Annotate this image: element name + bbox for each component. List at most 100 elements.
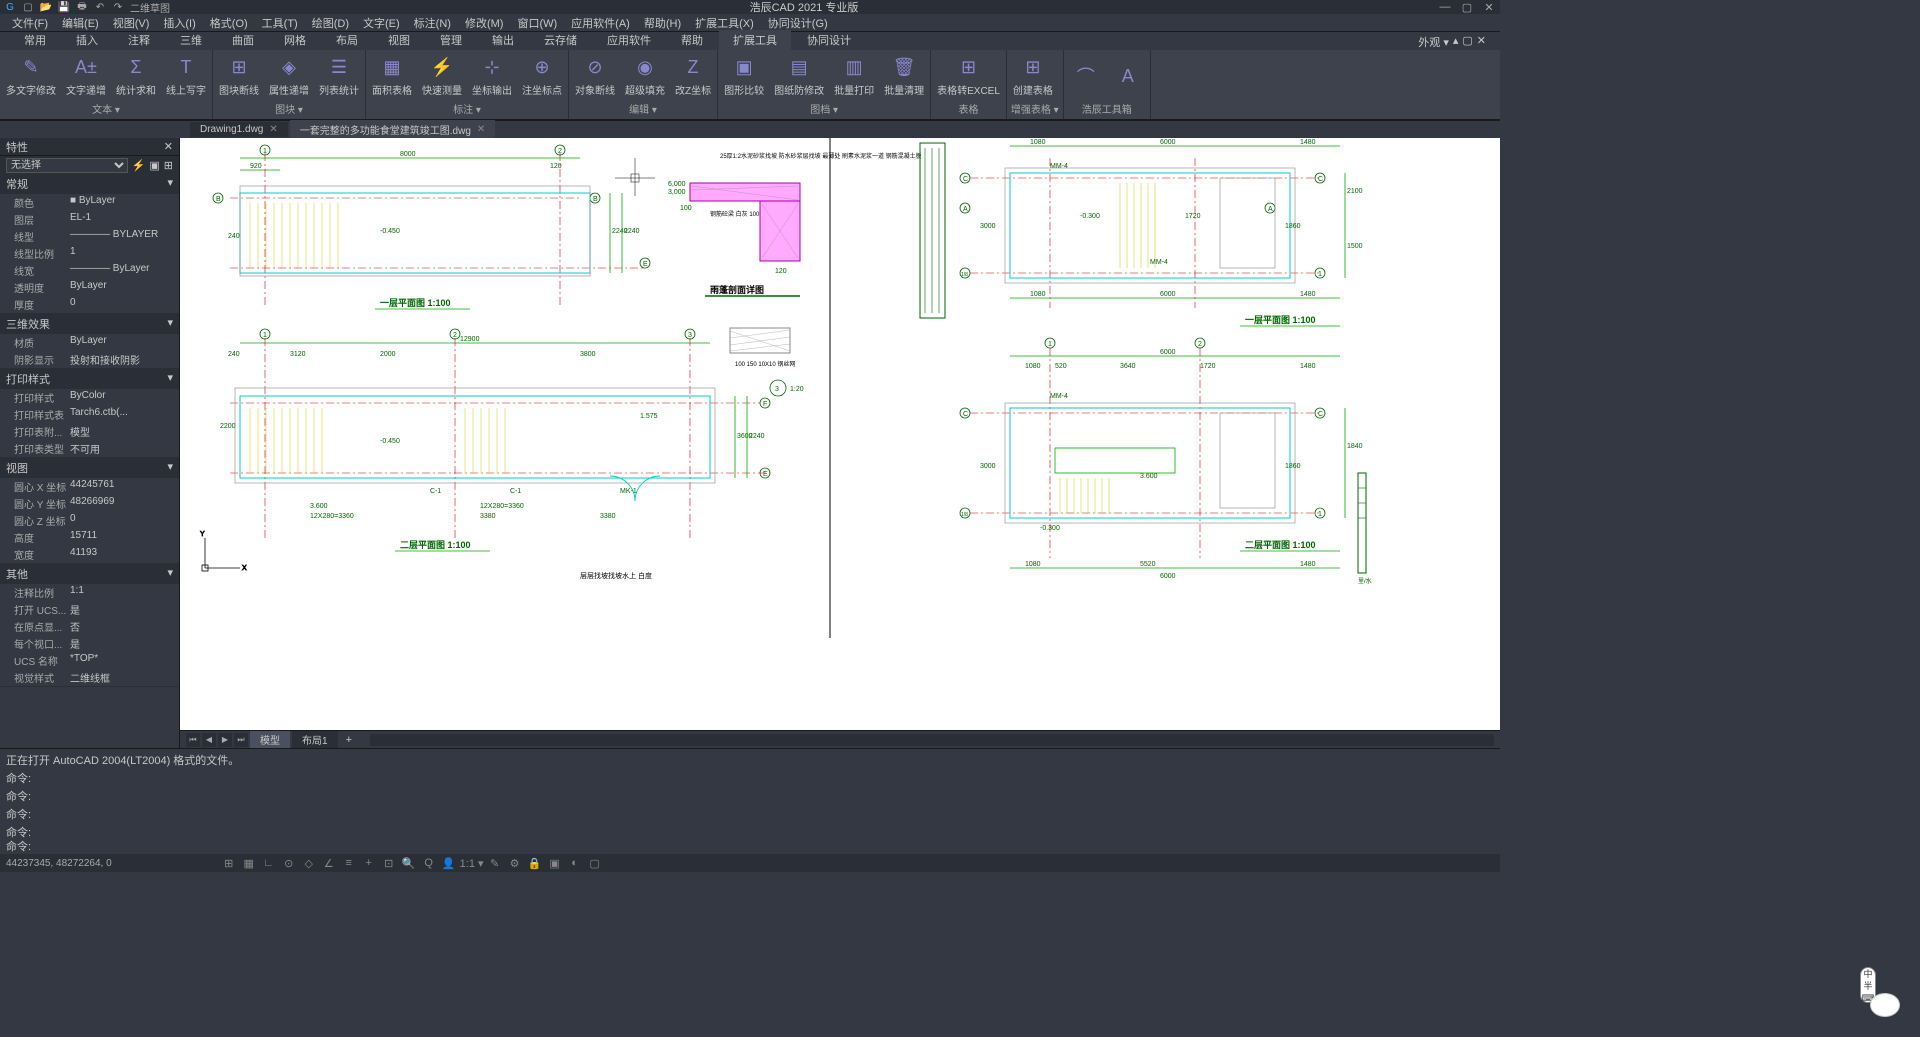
ribbon-button[interactable]: ☰列表统计 [317, 54, 361, 99]
lock-ui-icon[interactable]: 🔒 [526, 856, 544, 870]
property-row[interactable]: UCS 名称*TOP* [0, 652, 179, 669]
close-icon[interactable]: ✕ [1482, 1, 1496, 13]
new-icon[interactable]: ▢ [22, 1, 34, 13]
toggle-pickadd-icon[interactable]: ⊞ [164, 159, 173, 172]
appearance-dropdown[interactable]: 外观 ▾ [1418, 34, 1449, 50]
drawing-canvas[interactable]: 8000 920 120 1 2 B B E [180, 138, 1500, 748]
property-value[interactable]: ■ ByLayer [70, 195, 179, 210]
ribbon-tab[interactable]: 三维 [166, 30, 216, 50]
otrack-toggle-icon[interactable]: ∠ [320, 856, 338, 870]
property-row[interactable]: 打印样式表Tarch6.ctb(... [0, 406, 179, 423]
find-icon[interactable]: Q [420, 856, 438, 870]
ribbon-button[interactable]: ▣图形比较 [722, 54, 766, 99]
menu-item[interactable]: 文字(E) [357, 14, 406, 32]
property-row[interactable]: 图层EL-1 [0, 211, 179, 228]
property-row[interactable]: 打印表类型不可用 [0, 440, 179, 457]
document-tab[interactable]: Drawing1.dwg✕ [190, 122, 288, 137]
property-value[interactable]: ByLayer [70, 280, 179, 295]
property-row[interactable]: 打印样式ByColor [0, 389, 179, 406]
layout-next-icon[interactable]: ▶ [218, 733, 232, 747]
selection-cycling-icon[interactable]: ⊡ [380, 856, 398, 870]
ribbon-tab[interactable]: 常用 [10, 30, 60, 50]
document-tab-close-icon[interactable]: ✕ [269, 124, 277, 135]
menu-item[interactable]: 视图(V) [107, 14, 156, 32]
property-row[interactable]: 宽度41193 [0, 546, 179, 563]
property-row[interactable]: 线型———— BYLAYER [0, 228, 179, 245]
properties-section-header[interactable]: 打印样式▾ [0, 369, 179, 389]
property-row[interactable]: 圆心 X 坐标44245761 [0, 478, 179, 495]
ribbon-button[interactable]: T线上写字 [164, 54, 208, 99]
property-value[interactable]: EL-1 [70, 212, 179, 227]
properties-section-header[interactable]: 常规▾ [0, 174, 179, 194]
menu-item[interactable]: 文件(F) [6, 14, 54, 32]
layout-prev-icon[interactable]: ◀ [202, 733, 216, 747]
layout-tab[interactable]: 布局1 [292, 731, 338, 748]
command-input[interactable] [35, 839, 1494, 854]
property-row[interactable]: 打印表附...模型 [0, 423, 179, 440]
user-icon[interactable]: 👤 [440, 856, 458, 870]
save-icon[interactable]: 💾 [58, 1, 70, 13]
snap-toggle-icon[interactable]: ▦ [240, 856, 258, 870]
ribbon-button[interactable]: ⚡快速测量 [420, 54, 464, 99]
property-row[interactable]: 圆心 Z 坐标0 [0, 512, 179, 529]
property-row[interactable]: 阴影显示投射和接收阴影 [0, 351, 179, 368]
annotation-visibility-icon[interactable]: ✎ [486, 856, 504, 870]
ribbon-button[interactable]: ⊞创建表格 [1011, 54, 1055, 99]
properties-section-header[interactable]: 三维效果▾ [0, 314, 179, 334]
property-value[interactable]: 41193 [70, 547, 179, 562]
ribbon-tab[interactable]: 应用软件 [593, 30, 665, 50]
property-value[interactable]: 二维线框 [70, 670, 179, 685]
property-value[interactable]: 不可用 [70, 441, 179, 456]
menu-item[interactable]: 修改(M) [459, 14, 510, 32]
property-value[interactable]: 投射和接收阴影 [70, 352, 179, 367]
property-value[interactable]: 44245761 [70, 479, 179, 494]
ribbon-button[interactable]: Z改Z坐标 [673, 54, 713, 99]
property-row[interactable]: 高度15711 [0, 529, 179, 546]
ribbon-button[interactable]: ⊞表格转EXCEL [935, 54, 1002, 99]
dynamic-input-icon[interactable]: + [360, 856, 378, 870]
ribbon-tab[interactable]: 视图 [374, 30, 424, 50]
ribbon-button[interactable]: ✎多文字修改 [4, 54, 58, 99]
ribbon-button[interactable]: ⊘对象断线 [573, 54, 617, 99]
menu-item[interactable]: 协同设计(G) [762, 14, 834, 32]
ribbon-tab[interactable]: 帮助 [667, 30, 717, 50]
property-row[interactable]: 厚度0 [0, 296, 179, 313]
property-value[interactable]: ———— BYLAYER [70, 229, 179, 244]
annotation-scale[interactable]: 1:1 ▾ [460, 856, 484, 870]
property-value[interactable]: 模型 [70, 424, 179, 439]
ribbon-minimize-icon[interactable]: ▴ [1453, 34, 1459, 50]
property-row[interactable]: 每个视口...是 [0, 635, 179, 652]
menu-item[interactable]: 帮助(H) [638, 14, 687, 32]
ribbon-button[interactable]: 🗑批量清理 [882, 54, 926, 99]
property-row[interactable]: 视觉样式二维线框 [0, 669, 179, 686]
property-row[interactable]: 线型比例1 [0, 245, 179, 262]
object-selector[interactable]: 无选择 [6, 158, 128, 173]
magnifier-icon[interactable]: 🔍 [400, 856, 418, 870]
property-row[interactable]: 线宽———— ByLayer [0, 262, 179, 279]
property-row[interactable]: 打开 UCS...是 [0, 601, 179, 618]
ribbon-tab[interactable]: 网格 [270, 30, 320, 50]
ribbon-tab[interactable]: 布局 [322, 30, 372, 50]
property-value[interactable]: 否 [70, 619, 179, 634]
property-value[interactable]: ———— ByLayer [70, 263, 179, 278]
layout-first-icon[interactable]: ⏮ [186, 733, 200, 747]
layout-tab[interactable]: 模型 [250, 731, 290, 748]
property-value[interactable]: 1:1 [70, 585, 179, 600]
property-row[interactable]: 透明度ByLayer [0, 279, 179, 296]
ribbon-button[interactable]: ⊕注坐标点 [520, 54, 564, 99]
clean-screen-icon[interactable]: ▢ [586, 856, 604, 870]
qat-dropdown[interactable]: 二维草图 [130, 1, 170, 13]
menu-item[interactable]: 窗口(W) [511, 14, 563, 32]
properties-section-header[interactable]: 视图▾ [0, 458, 179, 478]
ribbon-button[interactable]: ⊞图块断线 [217, 54, 261, 99]
ribbon-button[interactable]: ▦面积表格 [370, 54, 414, 99]
grid-toggle-icon[interactable]: ⊞ [220, 856, 238, 870]
property-value[interactable]: 是 [70, 636, 179, 651]
properties-close-icon[interactable]: ✕ [164, 140, 173, 153]
ribbon-close-icon[interactable]: ✕ [1477, 34, 1486, 50]
open-icon[interactable]: 📂 [40, 1, 52, 13]
ribbon-tab[interactable]: 注释 [114, 30, 164, 50]
ribbon-button[interactable]: ▥批量打印 [832, 54, 876, 99]
menu-item[interactable]: 应用软件(A) [565, 14, 636, 32]
document-tab[interactable]: 一套完整的多功能食堂建筑竣工图.dwg✕ [290, 120, 496, 139]
